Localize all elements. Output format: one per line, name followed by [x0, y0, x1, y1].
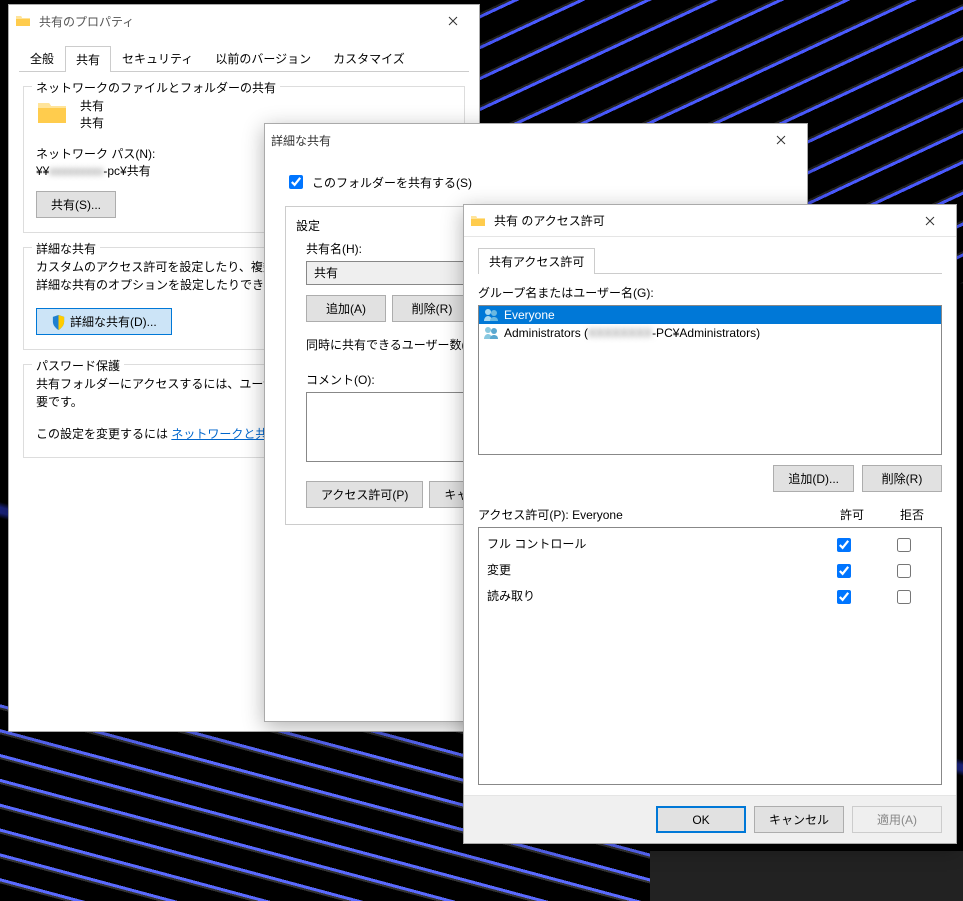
- tab-sharing[interactable]: 共有: [65, 46, 111, 72]
- add-button[interactable]: 追加(A): [306, 295, 386, 322]
- share-status: 共有: [80, 114, 104, 131]
- perm-label: 変更: [487, 561, 813, 581]
- properties-titlebar[interactable]: 共有のプロパティ: [9, 5, 479, 37]
- path-prefix: ¥¥: [36, 164, 49, 178]
- perm-label: 読み取り: [487, 587, 813, 607]
- share-button[interactable]: 共有(S)...: [36, 191, 116, 218]
- list-item[interactable]: Administrators (XXXXXXXX-PC¥Administrato…: [479, 324, 941, 342]
- advanced-sharing-title: 詳細な共有: [271, 132, 761, 149]
- folder-name: 共有: [80, 97, 104, 114]
- advanced-share-legend: 詳細な共有: [32, 240, 100, 257]
- permissions-table: フル コントロール 変更 読み取り: [478, 527, 942, 785]
- permissions-title: 共有 のアクセス許可: [494, 212, 910, 229]
- deny-checkbox[interactable]: [897, 590, 911, 604]
- close-icon[interactable]: [433, 6, 473, 36]
- deny-checkbox[interactable]: [897, 564, 911, 578]
- cancel-button[interactable]: キャンセル: [754, 806, 844, 833]
- users-icon: [483, 325, 499, 341]
- col-allow: 許可: [822, 506, 882, 523]
- advanced-sharing-titlebar[interactable]: 詳細な共有: [265, 124, 807, 156]
- permissions-dialog: 共有 のアクセス許可 共有アクセス許可 グループ名またはユーザー名(G): Ev…: [463, 204, 957, 844]
- path-suffix: -pc¥共有: [103, 164, 150, 178]
- close-icon[interactable]: [910, 206, 950, 236]
- users-icon: [483, 307, 499, 323]
- tab-security[interactable]: セキュリティ: [111, 45, 204, 71]
- permissions-footer: OK キャンセル 適用(A): [464, 795, 956, 843]
- path-hidden: xxxxxxxxx: [49, 164, 103, 178]
- allow-checkbox[interactable]: [837, 564, 851, 578]
- tab-share-permissions[interactable]: 共有アクセス許可: [478, 248, 595, 274]
- remove-button[interactable]: 削除(R): [392, 295, 472, 322]
- properties-title: 共有のプロパティ: [39, 13, 433, 30]
- folder-icon: [15, 13, 31, 29]
- deny-checkbox[interactable]: [897, 538, 911, 552]
- list-item[interactable]: Everyone: [479, 306, 941, 324]
- user-name-hidden: XXXXXXXX: [588, 326, 652, 340]
- allow-checkbox[interactable]: [837, 538, 851, 552]
- group-user-label: グループ名またはユーザー名(G):: [478, 284, 942, 301]
- folder-icon: [36, 97, 68, 129]
- user-name-pre: Administrators (: [504, 326, 588, 340]
- col-deny: 拒否: [882, 506, 942, 523]
- perm-row: 変更: [479, 558, 941, 584]
- remove-button[interactable]: 削除(R): [862, 465, 942, 492]
- tab-versions[interactable]: 以前のバージョン: [204, 45, 322, 71]
- perm-label: フル コントロール: [487, 535, 813, 555]
- close-icon[interactable]: [761, 125, 801, 155]
- ok-button[interactable]: OK: [656, 806, 746, 833]
- permissions-tabs: 共有アクセス許可: [478, 247, 942, 274]
- allow-checkbox[interactable]: [837, 590, 851, 604]
- permissions-for-label: アクセス許可(P): Everyone: [478, 506, 822, 523]
- user-name-suf: -PC¥Administrators): [652, 326, 760, 340]
- advanced-share-button[interactable]: 詳細な共有(D)...: [36, 308, 172, 335]
- share-folder-checkbox-row[interactable]: このフォルダーを共有する(S): [285, 172, 787, 192]
- advanced-share-button-label: 詳細な共有(D)...: [70, 315, 157, 329]
- perm-row: フル コントロール: [479, 532, 941, 558]
- network-share-legend: ネットワークのファイルとフォルダーの共有: [32, 79, 280, 96]
- folder-icon: [470, 213, 486, 229]
- apply-button[interactable]: 適用(A): [852, 806, 942, 833]
- perm-row: 読み取り: [479, 584, 941, 610]
- share-folder-label: このフォルダーを共有する(S): [312, 174, 472, 191]
- tab-customize[interactable]: カスタマイズ: [322, 45, 416, 71]
- add-button[interactable]: 追加(D)...: [773, 465, 854, 492]
- permissions-titlebar[interactable]: 共有 のアクセス許可: [464, 205, 956, 237]
- permissions-button[interactable]: アクセス許可(P): [306, 481, 423, 508]
- properties-tabs: 全般 共有 セキュリティ 以前のバージョン カスタマイズ: [19, 45, 469, 72]
- users-listbox[interactable]: Everyone Administrators (XXXXXXXX-PC¥Adm…: [478, 305, 942, 455]
- tab-general[interactable]: 全般: [19, 45, 65, 71]
- user-name: Administrators (XXXXXXXX-PC¥Administrato…: [504, 326, 760, 340]
- user-name: Everyone: [504, 308, 555, 322]
- password-line2-pre: この設定を変更するには: [36, 427, 171, 441]
- password-legend: パスワード保護: [32, 357, 124, 374]
- share-folder-checkbox[interactable]: [289, 175, 303, 189]
